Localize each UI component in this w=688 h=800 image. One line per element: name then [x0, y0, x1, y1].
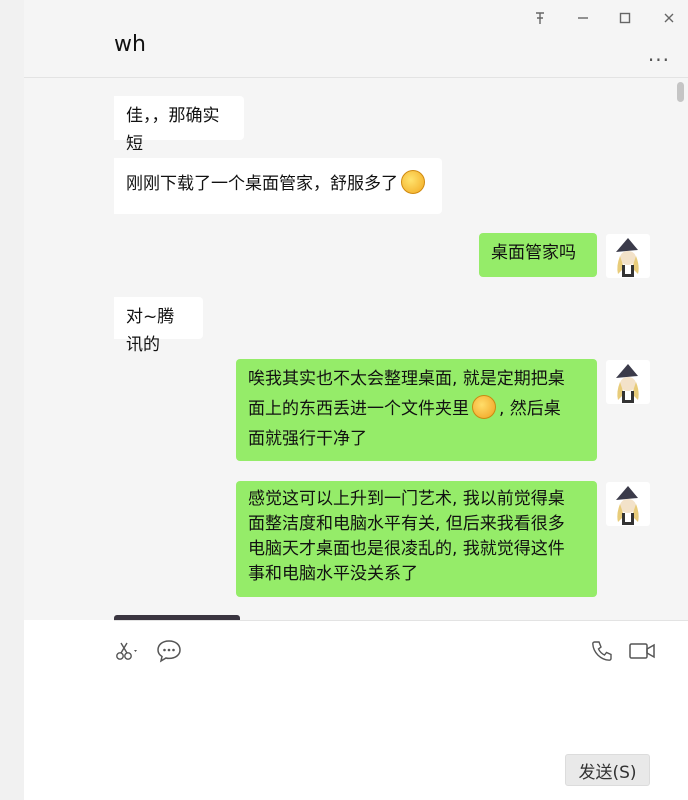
message-bubble-outgoing[interactable]: 唉我其实也不太会整理桌面, 就是定期把桌 面上的东西丢进一个文件夹里, 然后桌 …	[236, 359, 597, 461]
message-text: 面就强行干净了	[248, 429, 367, 449]
message-text: 感觉这可以上升到一门艺术, 我以前觉得桌	[248, 489, 565, 509]
avatar[interactable]	[606, 482, 650, 526]
message-text: , 然后桌	[499, 399, 561, 419]
message-text: 唉我其实也不太会整理桌面, 就是定期把桌	[248, 369, 565, 389]
chat-title: wh	[114, 32, 146, 57]
send-button[interactable]: 发送(S)	[565, 754, 650, 786]
message-text: 刚刚下载了一个桌面管家，舒服多了	[126, 174, 398, 194]
chat-history-icon[interactable]	[156, 639, 182, 663]
message-text: 面上的东西丢进一个文件夹里	[248, 399, 469, 419]
laugh-cry-emoji-icon	[472, 395, 496, 419]
scrollbar-thumb[interactable]	[677, 82, 684, 102]
avatar[interactable]	[606, 360, 650, 404]
message-bubble-incoming[interactable]: 佳，，那确实短	[114, 96, 244, 154]
close-icon[interactable]	[658, 8, 680, 28]
message-composer[interactable]: 发送(S)	[114, 620, 688, 800]
message-text: 事和电脑水平没关系了	[248, 564, 418, 584]
message-bubble-incoming[interactable]: 刚刚下载了一个桌面管家，舒服多了	[114, 158, 442, 214]
message-bubble-outgoing[interactable]: 桌面管家吗	[479, 233, 597, 277]
screenshot-scissors-icon[interactable]	[114, 639, 140, 663]
left-panel-bottom	[24, 620, 114, 800]
more-options-button[interactable]: ···	[648, 48, 670, 72]
left-panel-edge	[0, 0, 24, 800]
video-call-icon[interactable]	[628, 639, 656, 663]
message-bubble-outgoing[interactable]: 感觉这可以上升到一门艺术, 我以前觉得桌 面整洁度和电脑水平有关, 但后来我看很…	[236, 481, 597, 597]
grin-emoji-icon	[401, 170, 425, 194]
maximize-icon[interactable]	[614, 8, 636, 28]
message-bubble-incoming[interactable]: 对~腾讯的	[114, 297, 203, 355]
message-text: 桌面管家吗	[491, 243, 576, 263]
message-text: 电脑天才桌面也是很凌乱的, 我就觉得这件	[248, 539, 565, 559]
pin-icon[interactable]	[529, 8, 551, 28]
message-text: 面整洁度和电脑水平有关, 但后来我看很多	[248, 514, 565, 534]
minimize-icon[interactable]	[572, 8, 594, 28]
voice-call-icon[interactable]	[590, 639, 614, 663]
avatar[interactable]	[606, 234, 650, 278]
